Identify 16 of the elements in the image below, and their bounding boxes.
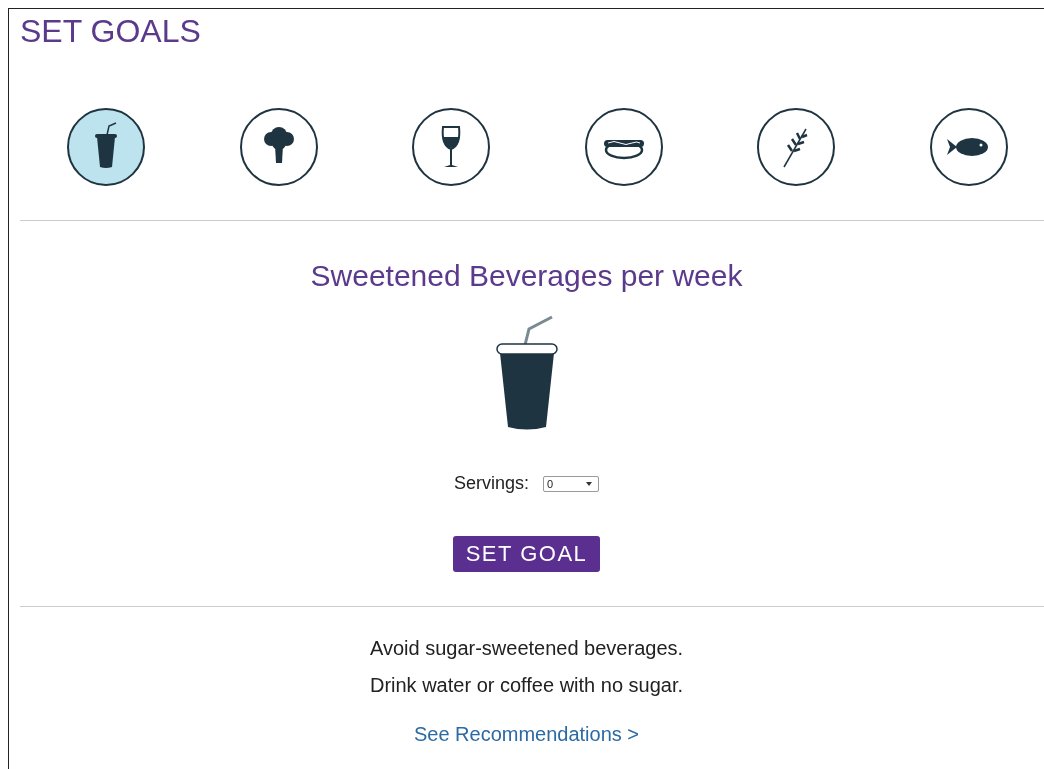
set-goal-button[interactable]: SET GOAL [452, 536, 601, 572]
wine-glass-icon [441, 126, 461, 167]
advice-text: Avoid sugar-sweetened beverages. [369, 637, 684, 660]
see-recommendations-link[interactable]: See Recommendations > [413, 723, 640, 746]
wheat-icon [783, 128, 809, 168]
servings-label: Servings: [453, 473, 529, 494]
caret-icon [586, 481, 592, 486]
cup-with-straw-icon [95, 122, 117, 168]
fish-icon [946, 138, 988, 156]
page-title: SET GOALS [20, 15, 202, 47]
broccoli-icon [263, 127, 294, 163]
goal-heading: Sweetened Beverages per week [310, 259, 743, 293]
advice-text: Drink water or coffee with no sugar. [369, 674, 684, 697]
hot-dog-icon [603, 140, 644, 160]
cup-with-straw-icon [495, 315, 558, 431]
servings-dropdown[interactable]: 0 [543, 475, 599, 492]
